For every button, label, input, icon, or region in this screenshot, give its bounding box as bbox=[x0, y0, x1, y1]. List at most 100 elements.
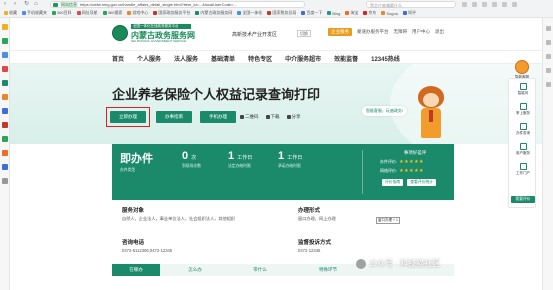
panel-item[interactable]: 智能问 bbox=[509, 83, 537, 96]
nav-item[interactable]: 中介服务超市 bbox=[285, 54, 321, 63]
legal-value: 1 bbox=[228, 150, 235, 162]
refresh-icon[interactable]: ↻ bbox=[24, 1, 29, 7]
bookmark-label: 国家税务总局 bbox=[272, 10, 297, 15]
menu-icon[interactable] bbox=[492, 2, 497, 7]
bookmark-item[interactable]: Sogou bbox=[381, 11, 398, 16]
rating-stats-button[interactable]: 查看评价统计 bbox=[407, 179, 436, 186]
home-icon[interactable]: ⌂ bbox=[34, 1, 39, 7]
detail-value: 窗口办理，网上办理 bbox=[298, 216, 336, 221]
bookmark-item[interactable]: 网址导航 bbox=[76, 10, 98, 16]
enterprise-service-button[interactable]: 企业服务 bbox=[328, 28, 352, 36]
bookmark-item[interactable]: Bing bbox=[327, 11, 340, 16]
header-link[interactable]: 退出 bbox=[435, 29, 444, 35]
bookmark-item[interactable]: 知乎 bbox=[402, 10, 416, 16]
bookmark-item[interactable]: 国家税务总局 bbox=[267, 10, 296, 16]
header-link[interactable]: 蒙速办服务平台 bbox=[357, 29, 389, 35]
nav-item[interactable]: 基础清单 bbox=[211, 54, 235, 63]
apply-online-button[interactable]: 立即办理 bbox=[110, 111, 146, 123]
tab-what[interactable]: 带什么 bbox=[230, 264, 290, 276]
share-tool[interactable]: 分享 bbox=[286, 114, 301, 120]
panel-item-label: 工作门户 bbox=[516, 171, 530, 175]
sidebar-app-icon[interactable] bbox=[2, 122, 8, 128]
download-icon[interactable] bbox=[472, 2, 477, 7]
bookmark-label: 百度一下 bbox=[306, 10, 323, 15]
sidebar-app-icon[interactable] bbox=[2, 178, 8, 184]
switch-region-button[interactable]: 切换 bbox=[297, 30, 311, 37]
panel-item[interactable]: 用户服务 bbox=[509, 143, 537, 156]
panel-item[interactable]: 工作门户 bbox=[509, 163, 537, 176]
history-icon[interactable] bbox=[482, 2, 487, 7]
panel-item-label: 智能问 bbox=[517, 91, 529, 95]
nav-item[interactable]: 个人服务 bbox=[137, 54, 161, 63]
panel-item[interactable]: 办件查询 bbox=[509, 123, 537, 136]
panel-item[interactable]: 掌上服务 bbox=[509, 103, 537, 116]
url-bar[interactable]: 网站信息 https://zwfw.nmg.gov.cn/handle_affa… bbox=[50, 1, 305, 8]
bookmark-item[interactable]: 手机收藏夹 bbox=[22, 10, 47, 16]
bookmark-icon bbox=[22, 11, 26, 15]
qrcode-tool[interactable]: 二维码 bbox=[240, 114, 259, 120]
type-label: 办件类型 bbox=[120, 168, 136, 172]
sidebar-app-icon[interactable] bbox=[2, 66, 8, 72]
sidebar-app-icon[interactable] bbox=[2, 38, 8, 44]
tab-special[interactable]: 特殊环节 bbox=[290, 264, 366, 276]
guide-button[interactable]: 办事指南 bbox=[156, 111, 192, 123]
url-text[interactable]: https://zwfw.nmg.gov.cn/handle_affairs_d… bbox=[80, 2, 237, 7]
assistant-bubble[interactable]: 智能客服，玩遍政务! bbox=[362, 106, 407, 116]
bookmark-item[interactable]: 百度一下 bbox=[301, 10, 322, 16]
bookmark-label: 淘宝 bbox=[350, 10, 359, 15]
portal-icon bbox=[519, 163, 527, 170]
close-icon[interactable] bbox=[512, 2, 517, 7]
sidebar-app-icon[interactable] bbox=[2, 136, 8, 142]
bookmark-item[interactable]: 国家政务服务平台 bbox=[153, 10, 190, 16]
forward-icon[interactable]: › bbox=[14, 1, 19, 7]
site-info-badge[interactable]: 网站信息 bbox=[60, 2, 78, 7]
sidebar-tool-icon[interactable] bbox=[546, 68, 551, 73]
type-stat: 即办件 办件类型 bbox=[120, 150, 153, 173]
favorites-icon[interactable] bbox=[2, 24, 8, 30]
bookmark-icon bbox=[127, 11, 132, 15]
nav-item[interactable]: 效能监督 bbox=[334, 54, 358, 63]
sidebar-app-icon[interactable] bbox=[2, 52, 8, 58]
bookmark-item[interactable]: 京东 bbox=[363, 10, 376, 16]
nav-item[interactable]: 12345热线 bbox=[371, 54, 400, 63]
sidebar-tool-icon[interactable] bbox=[546, 40, 551, 45]
nav-item[interactable]: 首页 bbox=[112, 54, 124, 63]
bookmark-item[interactable]: 内蒙古政务服务网 bbox=[195, 10, 232, 16]
sidebar-app-icon[interactable] bbox=[2, 150, 8, 156]
extension-icon[interactable] bbox=[462, 2, 467, 7]
sidebar-app-icon[interactable] bbox=[2, 80, 8, 86]
nav-item[interactable]: 特色专区 bbox=[248, 54, 272, 63]
service-info-card: 即办件 办件类型 0 次 到现场次数 1 工作日 法定办结时限 1 工作日 承诺… bbox=[112, 144, 454, 200]
smart-assistant[interactable]: 智能客服 bbox=[510, 60, 534, 80]
site-logo[interactable]: 全国一体化在线政务服务平台 内蒙古政务服务网 NEI MONGOL GOVERN… bbox=[112, 24, 224, 44]
sidebar-tool-icon[interactable] bbox=[546, 54, 551, 59]
bookmark-item[interactable]: 收藏 bbox=[4, 10, 17, 16]
download-tool[interactable]: 下载 bbox=[265, 114, 280, 120]
lock-icon bbox=[53, 2, 58, 7]
bookmark-item[interactable]: 全国一体化 bbox=[237, 10, 262, 16]
bookmark-item[interactable]: 游戏中心 bbox=[127, 10, 148, 16]
bookmark-item[interactable]: 360搜索 bbox=[102, 10, 122, 16]
bookmark-item[interactable]: 淘宝 bbox=[345, 10, 358, 16]
bookmark-label: 游戏中心 bbox=[132, 10, 149, 15]
sidebar-app-icon[interactable] bbox=[2, 164, 8, 170]
header-link[interactable]: 用户中心 bbox=[412, 29, 430, 35]
mobile-apply-button[interactable]: 手机办理 bbox=[200, 111, 236, 123]
tab-how[interactable]: 怎么办 bbox=[160, 264, 230, 276]
header-link[interactable]: 无障碍 bbox=[394, 29, 408, 35]
tab-where[interactable]: 在哪办 bbox=[112, 264, 160, 276]
legal-time-stat: 1 工作日 法定办结时限 bbox=[228, 150, 252, 169]
sidebar-app-icon[interactable] bbox=[2, 108, 8, 114]
feedback-button[interactable]: 我要评价 bbox=[511, 196, 535, 203]
browser-search-input[interactable]: 黑芯片被骗要什么 bbox=[366, 1, 456, 8]
detail-value: 0472-12345 bbox=[298, 248, 321, 253]
sidebar-tool-icon[interactable] bbox=[546, 82, 551, 87]
back-icon[interactable]: ‹ bbox=[4, 1, 9, 7]
sidebar-app-icon[interactable] bbox=[2, 94, 8, 100]
sidebar-tool-icon[interactable] bbox=[546, 26, 551, 31]
search-icon bbox=[519, 123, 527, 130]
minimize-icon[interactable] bbox=[502, 2, 507, 7]
bookmark-item[interactable]: 360百科 bbox=[52, 10, 72, 16]
nav-item[interactable]: 法人服务 bbox=[174, 54, 198, 63]
rating-guide-button[interactable]: 评价指南 bbox=[382, 179, 404, 186]
